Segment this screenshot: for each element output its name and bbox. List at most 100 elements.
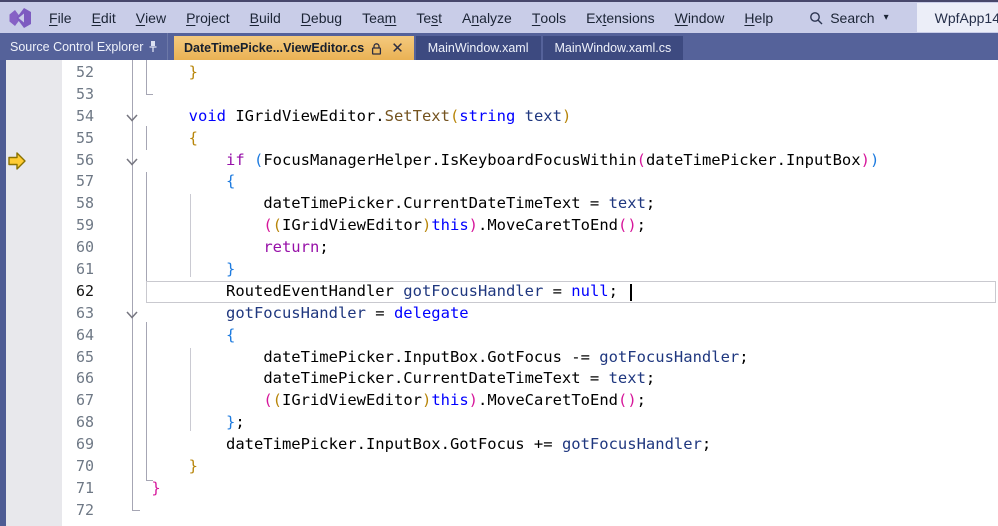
code-line-61[interactable]: 61 } (0, 259, 998, 281)
code-line-64[interactable]: 64 { (0, 325, 998, 347)
line-number: 70 (0, 456, 96, 478)
code-line-56[interactable]: 56 if (FocusManagerHelper.IsKeyboardFocu… (0, 150, 998, 172)
line-number: 58 (0, 193, 96, 215)
menu-item-build[interactable]: Build (240, 3, 291, 32)
code-line-57[interactable]: 57 { (0, 171, 998, 193)
code-lines: 52 }5354 void IGridViewEditor.SetText(st… (0, 62, 998, 522)
line-number: 63 (0, 303, 96, 325)
menu-item-edit[interactable]: Edit (82, 3, 126, 32)
line-number: 52 (0, 62, 96, 84)
code-line-70[interactable]: 70 } (0, 456, 998, 478)
code-text: } (114, 259, 235, 281)
menu-item-team[interactable]: Team (352, 3, 406, 32)
line-number: 61 (0, 259, 96, 281)
code-text: ((IGridViewEditor)this).MoveCaretToEnd()… (114, 390, 646, 412)
title-menu-bar: FileEditViewProjectBuildDebugTeamTestAna… (0, 0, 998, 33)
line-number: 71 (0, 478, 96, 500)
collapse-chevron-icon[interactable] (125, 157, 139, 167)
text-caret (630, 284, 632, 301)
collapse-chevron-icon[interactable] (125, 113, 139, 123)
line-number: 62 (0, 281, 96, 303)
code-text: RoutedEventHandler gotFocusHandler = nul… (114, 281, 618, 303)
tab-source-control-explorer[interactable]: Source Control Explorer (0, 33, 168, 60)
search-control[interactable]: Search ▾ (799, 3, 898, 32)
code-text: { (114, 171, 235, 193)
line-number: 53 (0, 84, 96, 106)
code-line-65[interactable]: 65 dateTimePicker.InputBox.GotFocus -= g… (0, 347, 998, 369)
code-line-62[interactable]: 62 RoutedEventHandler gotFocusHandler = … (0, 281, 998, 303)
search-icon (809, 11, 823, 25)
code-line-71[interactable]: 71 } (0, 478, 998, 500)
tab-label: DateTimePicke...ViewEditor.cs (184, 41, 364, 55)
pin-icon[interactable] (147, 40, 159, 53)
vs-window: { "titlebar": { "menu_items": [ {"label"… (0, 0, 998, 526)
code-line-66[interactable]: 66 dateTimePicker.CurrentDateTimeText = … (0, 368, 998, 390)
code-line-72[interactable]: 72 (0, 500, 998, 522)
code-text: } (114, 62, 198, 84)
code-line-63[interactable]: 63 gotFocusHandler = delegate (0, 303, 998, 325)
menu-item-tools[interactable]: Tools (522, 3, 576, 32)
code-text: dateTimePicker.CurrentDateTimeText = tex… (114, 368, 655, 390)
code-line-69[interactable]: 69 dateTimePicker.InputBox.GotFocus += g… (0, 434, 998, 456)
menu-item-extensions[interactable]: Extensions (576, 3, 665, 32)
collapse-chevron-icon[interactable] (125, 310, 139, 320)
tab-label: MainWindow.xaml.cs (555, 41, 672, 55)
code-line-59[interactable]: 59 ((IGridViewEditor)this).MoveCaretToEn… (0, 215, 998, 237)
code-line-52[interactable]: 52 } (0, 62, 998, 84)
code-line-68[interactable]: 68 }; (0, 412, 998, 434)
code-text: { (114, 128, 198, 150)
code-line-58[interactable]: 58 dateTimePicker.CurrentDateTimeText = … (0, 193, 998, 215)
menu-item-file[interactable]: File (39, 3, 82, 32)
line-number: 72 (0, 500, 96, 522)
tab-label: Source Control Explorer (10, 40, 143, 54)
tab-datetimepicker-vieweditor[interactable]: DateTimePicke...ViewEditor.cs ✕ (174, 36, 414, 60)
menu-bar: FileEditViewProjectBuildDebugTeamTestAna… (39, 3, 783, 32)
code-line-60[interactable]: 60 return; (0, 237, 998, 259)
search-label: Search (830, 10, 874, 26)
close-icon[interactable]: ✕ (389, 41, 406, 56)
menu-item-debug[interactable]: Debug (291, 3, 352, 32)
line-number: 54 (0, 106, 96, 128)
line-number: 67 (0, 390, 96, 412)
code-text: if (FocusManagerHelper.IsKeyboardFocusWi… (114, 150, 879, 172)
window-title: WpfApp14 (917, 3, 998, 32)
line-number: 66 (0, 368, 96, 390)
code-line-53[interactable]: 53 (0, 84, 998, 106)
code-text: } (114, 478, 161, 500)
tab-mainwindow-xaml[interactable]: MainWindow.xaml (416, 36, 541, 60)
tab-mainwindow-xaml-cs[interactable]: MainWindow.xaml.cs (543, 36, 684, 60)
visual-studio-logo-icon (8, 7, 32, 29)
code-editor[interactable]: 52 }5354 void IGridViewEditor.SetText(st… (0, 60, 998, 526)
code-text: return; (114, 237, 329, 259)
line-number: 68 (0, 412, 96, 434)
code-text: dateTimePicker.InputBox.GotFocus += gotF… (114, 434, 711, 456)
code-text: dateTimePicker.InputBox.GotFocus -= gotF… (114, 347, 749, 369)
line-number: 57 (0, 171, 96, 193)
chevron-down-icon: ▾ (884, 12, 889, 23)
tab-label: MainWindow.xaml (428, 41, 529, 55)
code-text: } (114, 456, 198, 478)
code-text: gotFocusHandler = delegate (114, 303, 469, 325)
code-line-54[interactable]: 54 void IGridViewEditor.SetText(string t… (0, 106, 998, 128)
line-number: 60 (0, 237, 96, 259)
menu-item-view[interactable]: View (126, 3, 176, 32)
menu-item-help[interactable]: Help (734, 3, 783, 32)
code-line-55[interactable]: 55 { (0, 128, 998, 150)
code-text: void IGridViewEditor.SetText(string text… (114, 106, 571, 128)
code-text: { (114, 325, 235, 347)
code-text: dateTimePicker.CurrentDateTimeText = tex… (114, 193, 655, 215)
line-number: 65 (0, 347, 96, 369)
line-number: 55 (0, 128, 96, 150)
menu-item-project[interactable]: Project (176, 3, 240, 32)
code-line-67[interactable]: 67 ((IGridViewEditor)this).MoveCaretToEn… (0, 390, 998, 412)
menu-item-window[interactable]: Window (665, 3, 735, 32)
line-number: 69 (0, 434, 96, 456)
lock-icon (371, 42, 382, 55)
code-text: }; (114, 412, 245, 434)
menu-item-test[interactable]: Test (406, 3, 452, 32)
document-tab-strip: Source Control Explorer DateTimePicke...… (0, 33, 998, 60)
menu-item-analyze[interactable]: Analyze (452, 3, 522, 32)
line-number: 59 (0, 215, 96, 237)
line-number: 64 (0, 325, 96, 347)
debug-current-statement-arrow-icon (7, 151, 27, 171)
